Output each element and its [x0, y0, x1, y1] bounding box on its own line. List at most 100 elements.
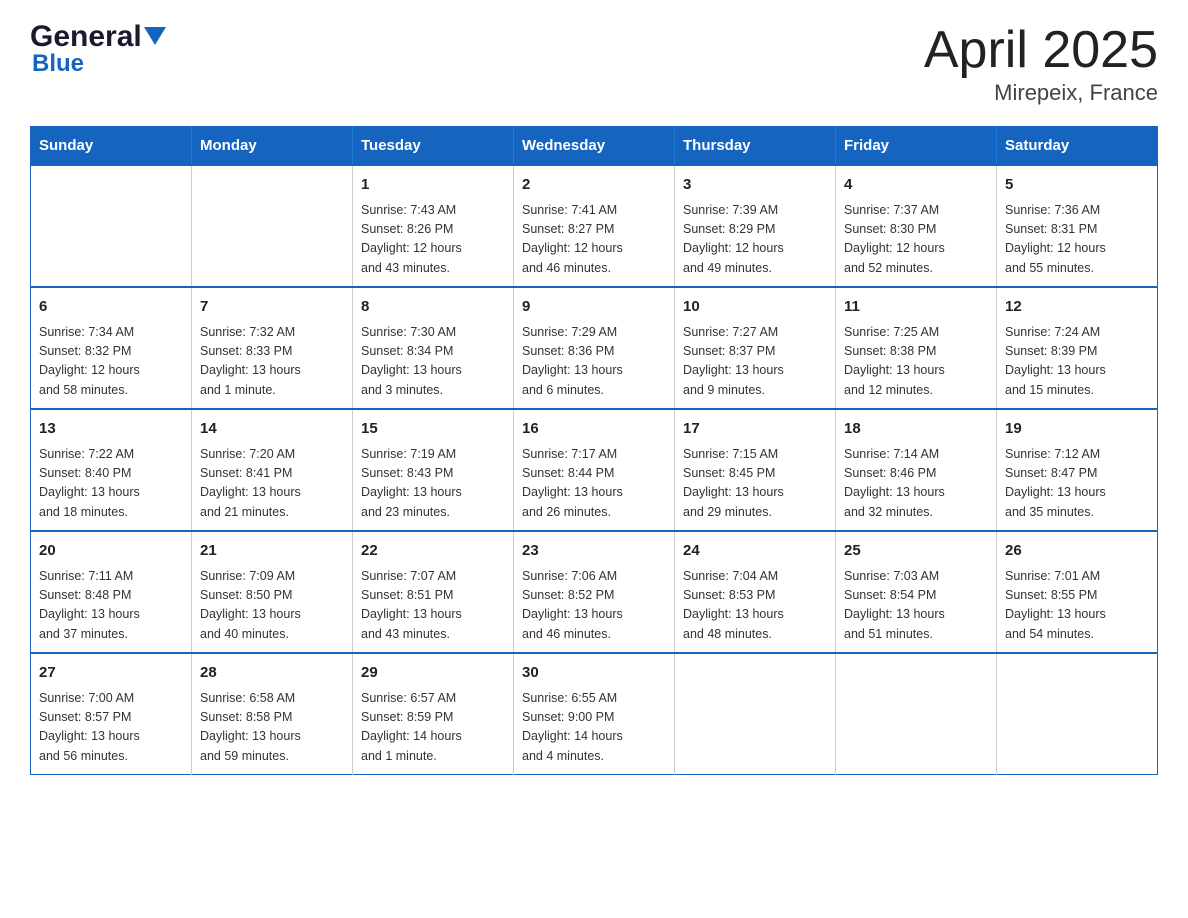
calendar-cell: 26 Sunrise: 7:01 AM Sunset: 8:55 PM Dayli…: [997, 531, 1158, 653]
page-header: General Blue April 2025 Mirepeix, France: [30, 20, 1158, 106]
day-info: Sunrise: 7:03 AM Sunset: 8:54 PM Dayligh…: [844, 567, 988, 645]
day-info: Sunrise: 7:37 AM Sunset: 8:30 PM Dayligh…: [844, 201, 988, 279]
calendar-cell: 21 Sunrise: 7:09 AM Sunset: 8:50 PM Dayli…: [192, 531, 353, 653]
calendar-cell: 17 Sunrise: 7:15 AM Sunset: 8:45 PM Dayli…: [675, 409, 836, 531]
day-info: Sunrise: 7:32 AM Sunset: 8:33 PM Dayligh…: [200, 323, 344, 401]
day-info: Sunrise: 7:29 AM Sunset: 8:36 PM Dayligh…: [522, 323, 666, 401]
day-info: Sunrise: 7:19 AM Sunset: 8:43 PM Dayligh…: [361, 445, 505, 523]
day-info: Sunrise: 7:01 AM Sunset: 8:55 PM Dayligh…: [1005, 567, 1149, 645]
calendar-cell: 19Sunrise: 7:12 AM Sunset: 8:47 PM Dayli…: [997, 409, 1158, 531]
day-number: 30: [522, 662, 666, 685]
day-info: Sunrise: 7:27 AM Sunset: 8:37 PM Dayligh…: [683, 323, 827, 401]
day-number: 1: [361, 174, 505, 197]
calendar-cell: [31, 165, 192, 287]
day-info: Sunrise: 6:57 AM Sunset: 8:59 PM Dayligh…: [361, 689, 505, 767]
day-number: 15: [361, 418, 505, 441]
calendar-cell: 12 Sunrise: 7:24 AM Sunset: 8:39 PM Dayli…: [997, 287, 1158, 409]
day-number: 8: [361, 296, 505, 319]
day-header-thursday: Thursday: [675, 127, 836, 166]
calendar-week-2: 6 Sunrise: 7:34 AM Sunset: 8:32 PM Daylig…: [31, 287, 1158, 409]
calendar-cell: 23 Sunrise: 7:06 AM Sunset: 8:52 PM Dayli…: [514, 531, 675, 653]
calendar-cell: 3Sunrise: 7:39 AM Sunset: 8:29 PM Daylig…: [675, 165, 836, 287]
day-info: Sunrise: 7:11 AM Sunset: 8:48 PM Dayligh…: [39, 567, 183, 645]
day-number: 11: [844, 296, 988, 319]
day-number: 4: [844, 174, 988, 197]
day-info: Sunrise: 6:58 AM Sunset: 8:58 PM Dayligh…: [200, 689, 344, 767]
calendar-cell: 18Sunrise: 7:14 AM Sunset: 8:46 PM Dayli…: [836, 409, 997, 531]
day-info: Sunrise: 7:09 AM Sunset: 8:50 PM Dayligh…: [200, 567, 344, 645]
day-header-monday: Monday: [192, 127, 353, 166]
day-info: Sunrise: 7:34 AM Sunset: 8:32 PM Dayligh…: [39, 323, 183, 401]
calendar-table: SundayMondayTuesdayWednesdayThursdayFrid…: [30, 126, 1158, 775]
day-number: 29: [361, 662, 505, 685]
day-header-sunday: Sunday: [31, 127, 192, 166]
calendar-cell: 7 Sunrise: 7:32 AM Sunset: 8:33 PM Daylig…: [192, 287, 353, 409]
day-info: Sunrise: 7:39 AM Sunset: 8:29 PM Dayligh…: [683, 201, 827, 279]
day-info: Sunrise: 7:06 AM Sunset: 8:52 PM Dayligh…: [522, 567, 666, 645]
title-area: April 2025 Mirepeix, France: [924, 20, 1158, 106]
day-info: Sunrise: 7:43 AM Sunset: 8:26 PM Dayligh…: [361, 201, 505, 279]
day-number: 20: [39, 540, 183, 563]
calendar-cell: 11 Sunrise: 7:25 AM Sunset: 8:38 PM Dayli…: [836, 287, 997, 409]
calendar-cell: 16 Sunrise: 7:17 AM Sunset: 8:44 PM Dayli…: [514, 409, 675, 531]
day-number: 14: [200, 418, 344, 441]
day-number: 17: [683, 418, 827, 441]
calendar-cell: 9 Sunrise: 7:29 AM Sunset: 8:36 PM Daylig…: [514, 287, 675, 409]
calendar-cell: 1 Sunrise: 7:43 AM Sunset: 8:26 PM Daylig…: [353, 165, 514, 287]
day-number: 5: [1005, 174, 1149, 197]
calendar-cell: 10 Sunrise: 7:27 AM Sunset: 8:37 PM Dayli…: [675, 287, 836, 409]
page-subtitle: Mirepeix, France: [924, 80, 1158, 106]
calendar-cell: [997, 653, 1158, 775]
day-number: 9: [522, 296, 666, 319]
days-of-week-row: SundayMondayTuesdayWednesdayThursdayFrid…: [31, 127, 1158, 166]
day-info: Sunrise: 7:17 AM Sunset: 8:44 PM Dayligh…: [522, 445, 666, 523]
day-number: 6: [39, 296, 183, 319]
day-info: Sunrise: 6:55 AM Sunset: 9:00 PM Dayligh…: [522, 689, 666, 767]
calendar-week-1: 1 Sunrise: 7:43 AM Sunset: 8:26 PM Daylig…: [31, 165, 1158, 287]
calendar-cell: 22Sunrise: 7:07 AM Sunset: 8:51 PM Dayli…: [353, 531, 514, 653]
calendar-cell: 8Sunrise: 7:30 AM Sunset: 8:34 PM Daylig…: [353, 287, 514, 409]
calendar-cell: [836, 653, 997, 775]
day-number: 25: [844, 540, 988, 563]
calendar-cell: 13 Sunrise: 7:22 AM Sunset: 8:40 PM Dayli…: [31, 409, 192, 531]
day-number: 7: [200, 296, 344, 319]
day-info: Sunrise: 7:20 AM Sunset: 8:41 PM Dayligh…: [200, 445, 344, 523]
day-number: 24: [683, 540, 827, 563]
day-number: 13: [39, 418, 183, 441]
day-number: 12: [1005, 296, 1149, 319]
calendar-body: 1 Sunrise: 7:43 AM Sunset: 8:26 PM Daylig…: [31, 165, 1158, 775]
day-number: 19: [1005, 418, 1149, 441]
calendar-cell: 29 Sunrise: 6:57 AM Sunset: 8:59 PM Dayli…: [353, 653, 514, 775]
calendar-cell: 20 Sunrise: 7:11 AM Sunset: 8:48 PM Dayli…: [31, 531, 192, 653]
calendar-cell: 4 Sunrise: 7:37 AM Sunset: 8:30 PM Daylig…: [836, 165, 997, 287]
day-number: 26: [1005, 540, 1149, 563]
day-info: Sunrise: 7:25 AM Sunset: 8:38 PM Dayligh…: [844, 323, 988, 401]
day-number: 23: [522, 540, 666, 563]
day-info: Sunrise: 7:24 AM Sunset: 8:39 PM Dayligh…: [1005, 323, 1149, 401]
day-info: Sunrise: 7:07 AM Sunset: 8:51 PM Dayligh…: [361, 567, 505, 645]
day-info: Sunrise: 7:41 AM Sunset: 8:27 PM Dayligh…: [522, 201, 666, 279]
day-number: 2: [522, 174, 666, 197]
day-header-saturday: Saturday: [997, 127, 1158, 166]
calendar-week-3: 13 Sunrise: 7:22 AM Sunset: 8:40 PM Dayli…: [31, 409, 1158, 531]
calendar-cell: [192, 165, 353, 287]
logo: General Blue: [30, 20, 166, 78]
day-info: Sunrise: 7:00 AM Sunset: 8:57 PM Dayligh…: [39, 689, 183, 767]
logo-triangle-icon: [144, 27, 166, 49]
day-number: 10: [683, 296, 827, 319]
page-title: April 2025: [924, 20, 1158, 80]
day-info: Sunrise: 7:36 AM Sunset: 8:31 PM Dayligh…: [1005, 201, 1149, 279]
day-info: Sunrise: 7:22 AM Sunset: 8:40 PM Dayligh…: [39, 445, 183, 523]
day-number: 28: [200, 662, 344, 685]
calendar-cell: 5 Sunrise: 7:36 AM Sunset: 8:31 PM Daylig…: [997, 165, 1158, 287]
calendar-cell: 24Sunrise: 7:04 AM Sunset: 8:53 PM Dayli…: [675, 531, 836, 653]
calendar-cell: 28 Sunrise: 6:58 AM Sunset: 8:58 PM Dayli…: [192, 653, 353, 775]
day-number: 21: [200, 540, 344, 563]
calendar-cell: 14 Sunrise: 7:20 AM Sunset: 8:41 PM Dayli…: [192, 409, 353, 531]
day-number: 16: [522, 418, 666, 441]
day-info: Sunrise: 7:15 AM Sunset: 8:45 PM Dayligh…: [683, 445, 827, 523]
day-header-friday: Friday: [836, 127, 997, 166]
calendar-header: SundayMondayTuesdayWednesdayThursdayFrid…: [31, 127, 1158, 166]
calendar-cell: 30 Sunrise: 6:55 AM Sunset: 9:00 PM Dayli…: [514, 653, 675, 775]
day-number: 27: [39, 662, 183, 685]
